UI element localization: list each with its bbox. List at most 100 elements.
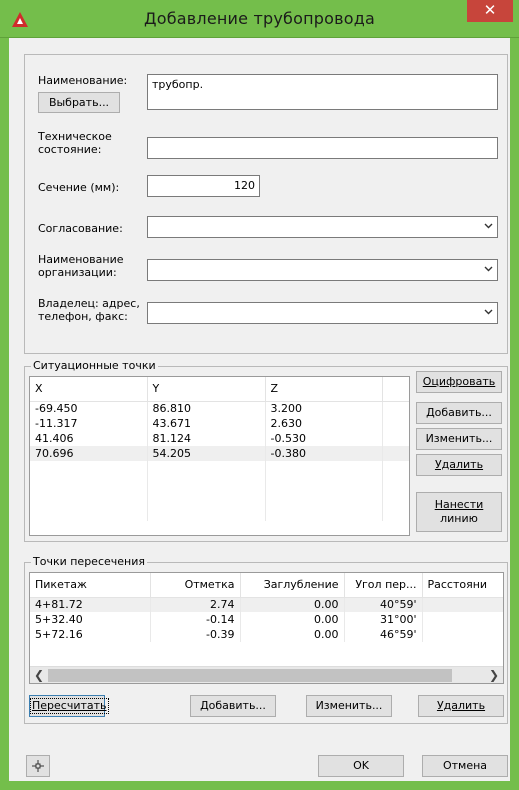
cell-depth: 0.00 bbox=[240, 627, 345, 642]
approval-combo[interactable] bbox=[147, 216, 498, 238]
name-label: Наименование: bbox=[38, 74, 128, 87]
cell-y: 54.205 bbox=[147, 446, 266, 461]
cell-angle: 46°59' bbox=[344, 627, 423, 642]
column-header-chainage[interactable]: Пикетаж bbox=[30, 573, 151, 598]
intersection-points-legend: Точки пересечения bbox=[31, 555, 147, 568]
cell-distance bbox=[422, 627, 503, 642]
title-bar: Добавление трубопровода ✕ bbox=[0, 0, 519, 38]
column-header-distance[interactable]: Расстояни bbox=[422, 573, 503, 598]
window-title: Добавление трубопровода bbox=[144, 9, 375, 28]
situational-points-group: Ситуационные точки X Y Z -69.450 86.810 … bbox=[24, 359, 508, 542]
column-header-empty bbox=[382, 377, 409, 402]
recalculate-button[interactable]: Пересчитать bbox=[29, 695, 109, 717]
column-header-elevation[interactable]: Отметка bbox=[150, 573, 241, 598]
cell-elevation: -0.39 bbox=[150, 627, 241, 642]
delete-intersection-button[interactable]: Удалить bbox=[418, 695, 504, 717]
cell-z: -0.380 bbox=[265, 446, 383, 461]
cell-angle: 40°59' bbox=[344, 597, 423, 612]
cell-angle: 31°00' bbox=[344, 612, 423, 627]
delete-intersection-button-label: Удалить bbox=[436, 699, 486, 712]
delete-point-button[interactable]: Удалить bbox=[416, 454, 502, 476]
choose-name-button[interactable]: Выбрать... bbox=[38, 92, 120, 113]
table-row-selected[interactable]: 4+81.72 2.74 0.00 40°59' bbox=[30, 597, 503, 612]
horizontal-scrollbar[interactable]: ❮ ❯ bbox=[30, 666, 503, 683]
table-row-empty[interactable] bbox=[30, 476, 409, 491]
table-row[interactable]: 5+32.40 -0.14 0.00 31°00' bbox=[30, 612, 503, 627]
owner-label-line1: Владелец: адрес, bbox=[38, 297, 140, 310]
org-label-line2: организации: bbox=[38, 266, 117, 279]
window-frame-right bbox=[510, 38, 519, 790]
add-point-button[interactable]: Добавить... bbox=[416, 402, 502, 424]
digitize-button-label: Оцифровать bbox=[422, 375, 496, 388]
add-intersection-button[interactable]: Добавить... bbox=[190, 695, 276, 717]
cancel-button[interactable]: Отмена bbox=[422, 755, 508, 777]
scrollbar-thumb[interactable] bbox=[48, 669, 452, 682]
table-row-empty[interactable] bbox=[30, 491, 409, 506]
situational-points-table[interactable]: X Y Z -69.450 86.810 3.200 -11.317 43.67… bbox=[29, 376, 410, 536]
table-row[interactable]: 5+72.16 -0.39 0.00 46°59' bbox=[30, 627, 503, 642]
edit-intersection-button[interactable]: Изменить... bbox=[306, 695, 392, 717]
tech-state-field[interactable] bbox=[147, 137, 498, 159]
chevron-down-icon[interactable] bbox=[484, 221, 493, 230]
crosshair-icon bbox=[32, 760, 44, 772]
cell-y: 43.671 bbox=[147, 416, 266, 431]
tech-state-label-line2: состояние: bbox=[38, 143, 102, 156]
recalculate-button-label: Пересчитать bbox=[30, 698, 109, 714]
ok-button[interactable]: OK bbox=[318, 755, 404, 777]
cell-z: 2.630 bbox=[265, 416, 383, 431]
column-header-z[interactable]: Z bbox=[265, 377, 383, 402]
table-row[interactable]: -69.450 86.810 3.200 bbox=[30, 401, 409, 416]
close-button[interactable]: ✕ bbox=[467, 0, 513, 22]
chevron-down-icon[interactable] bbox=[484, 264, 493, 273]
column-header-x[interactable]: X bbox=[30, 377, 148, 402]
delete-point-button-label: Удалить bbox=[434, 458, 484, 471]
table-row-empty[interactable] bbox=[30, 461, 409, 476]
column-header-depth[interactable]: Заглубление bbox=[240, 573, 345, 598]
owner-label-line2: телефон, факс: bbox=[38, 310, 128, 323]
edit-point-button[interactable]: Изменить... bbox=[416, 428, 502, 450]
tech-state-label-line1: Техническое bbox=[38, 130, 112, 143]
draw-line-label-1: Нанести bbox=[434, 498, 484, 511]
scroll-left-icon[interactable]: ❮ bbox=[31, 668, 47, 683]
properties-group: Наименование: Выбрать... трубопр. Технич… bbox=[24, 54, 508, 354]
draw-line-button[interactable]: Нанести линию bbox=[416, 492, 502, 532]
scroll-right-icon[interactable]: ❯ bbox=[486, 668, 502, 683]
cell-elevation: 2.74 bbox=[150, 597, 241, 612]
cell-z: -0.530 bbox=[265, 431, 383, 446]
table-row[interactable]: 41.406 81.124 -0.530 bbox=[30, 431, 409, 446]
intersection-points-group: Точки пересечения Пикетаж Отметка Заглуб… bbox=[24, 555, 508, 724]
section-field[interactable]: 120 bbox=[147, 175, 260, 197]
cell-distance bbox=[422, 597, 503, 612]
column-header-y[interactable]: Y bbox=[147, 377, 266, 402]
pick-point-button[interactable] bbox=[26, 755, 50, 777]
cell-x: -69.450 bbox=[30, 401, 148, 416]
cell-chainage: 4+81.72 bbox=[30, 597, 151, 612]
table-row-empty[interactable] bbox=[30, 506, 409, 521]
cell-x: 70.696 bbox=[30, 446, 148, 461]
org-label-line1: Наименование bbox=[38, 253, 124, 266]
draw-line-label-2: линию bbox=[440, 512, 478, 525]
intersection-points-table[interactable]: Пикетаж Отметка Заглубление Угол пер... … bbox=[29, 572, 504, 684]
digitize-button[interactable]: Оцифровать bbox=[416, 371, 502, 393]
cell-chainage: 5+32.40 bbox=[30, 612, 151, 627]
cell-y: 81.124 bbox=[147, 431, 266, 446]
situational-points-legend: Ситуационные точки bbox=[31, 359, 158, 372]
organization-combo[interactable] bbox=[147, 259, 498, 281]
cell-z: 3.200 bbox=[265, 401, 383, 416]
name-field[interactable]: трубопр. bbox=[147, 74, 498, 110]
column-header-angle[interactable]: Угол пер... bbox=[344, 573, 423, 598]
cell-y: 86.810 bbox=[147, 401, 266, 416]
cell-x: 41.406 bbox=[30, 431, 148, 446]
window-frame-left bbox=[0, 38, 9, 790]
owner-combo[interactable] bbox=[147, 302, 498, 324]
cell-chainage: 5+72.16 bbox=[30, 627, 151, 642]
window-frame-bottom bbox=[0, 781, 519, 790]
cell-depth: 0.00 bbox=[240, 612, 345, 627]
cell-elevation: -0.14 bbox=[150, 612, 241, 627]
chevron-down-icon[interactable] bbox=[484, 307, 493, 316]
table-row[interactable]: -11.317 43.671 2.630 bbox=[30, 416, 409, 431]
cell-depth: 0.00 bbox=[240, 597, 345, 612]
approval-label: Согласование: bbox=[38, 222, 123, 235]
table-header: X Y Z bbox=[30, 377, 409, 402]
table-row-selected[interactable]: 70.696 54.205 -0.380 bbox=[30, 446, 409, 461]
